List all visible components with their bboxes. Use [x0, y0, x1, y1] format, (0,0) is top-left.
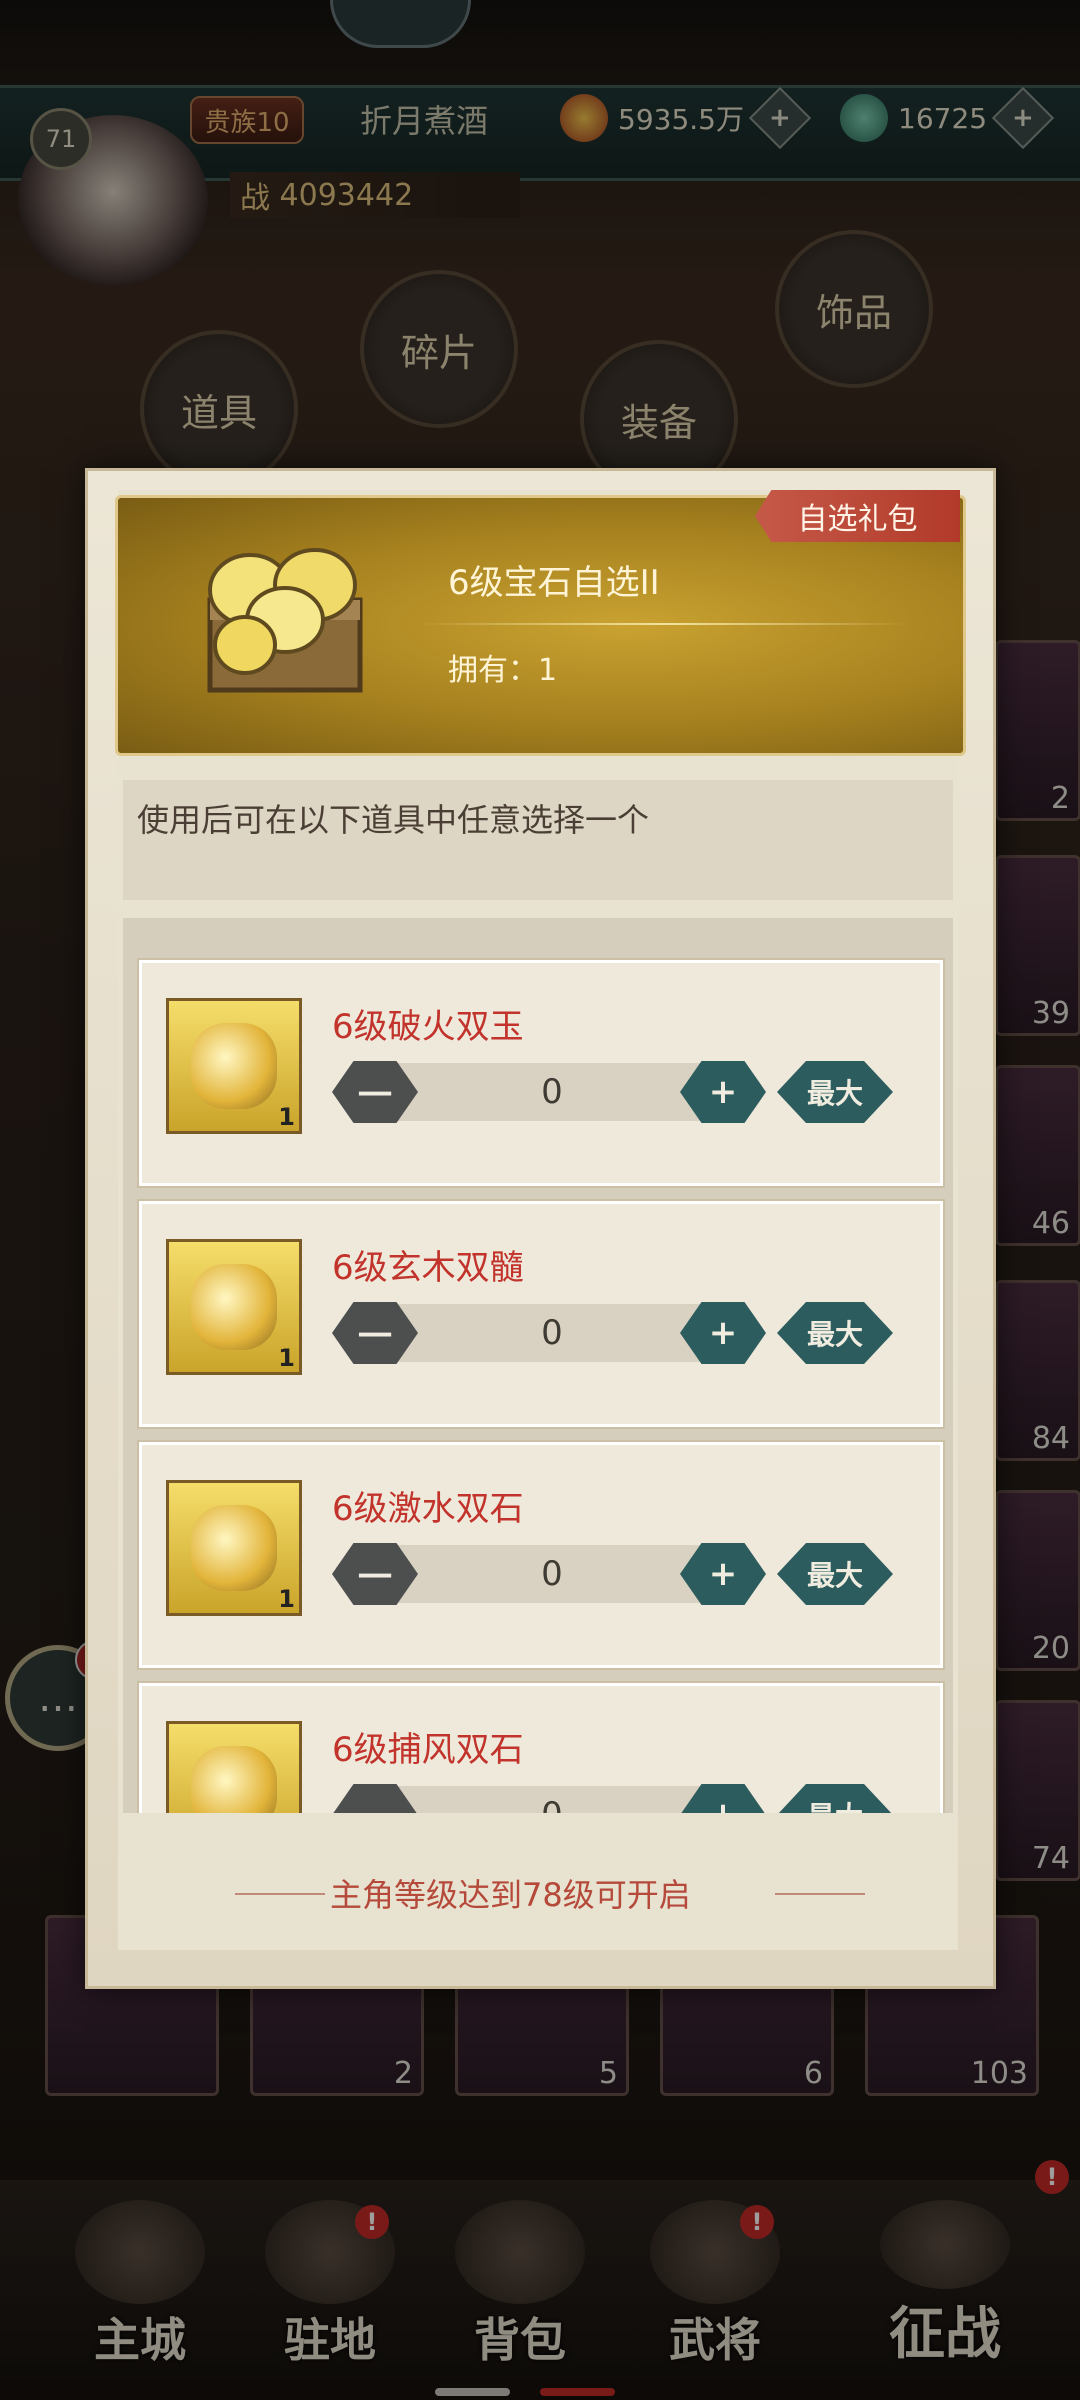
- option-row: 1 6级玄木双髓 0 一 + 最大: [137, 1199, 945, 1429]
- owned-count: 拥有：1: [448, 653, 558, 688]
- max-button[interactable]: 最大: [777, 1543, 893, 1605]
- quantity-value: 0: [541, 1072, 563, 1112]
- option-thumbnail[interactable]: 1: [166, 1480, 302, 1616]
- max-button[interactable]: 最大: [777, 1302, 893, 1364]
- quantity-value: 0: [541, 1554, 563, 1594]
- option-thumbnail[interactable]: 1: [166, 998, 302, 1134]
- gem-icon: [191, 1264, 277, 1350]
- quantity-value: 0: [541, 1313, 563, 1353]
- gem-icon: [191, 1023, 277, 1109]
- footer-divider-left: [235, 1893, 325, 1895]
- option-name: 6级捕风双石: [332, 1730, 524, 1770]
- option-row: 1 6级激水双石 0 一 + 最大: [137, 1440, 945, 1670]
- option-name: 6级激水双石: [332, 1489, 524, 1529]
- max-button[interactable]: 最大: [777, 1784, 893, 1813]
- option-row: 1 6级捕风双石 0 一 + 最大: [137, 1681, 945, 1813]
- option-row: 1 6级破火双玉 0 一 + 最大: [137, 958, 945, 1188]
- header-divider: [420, 623, 910, 625]
- gift-description: 使用后可在以下道具中任意选择一个: [137, 801, 650, 839]
- option-thumbnail[interactable]: 1: [166, 1239, 302, 1375]
- unlock-requirement-text: 主角等级达到78级可开启: [330, 1876, 691, 1914]
- option-thumbnail[interactable]: 1: [166, 1721, 302, 1813]
- option-name: 6级玄木双髓: [332, 1248, 524, 1288]
- option-name: 6级破火双玉: [332, 1007, 524, 1047]
- gem-icon: [191, 1746, 277, 1813]
- footer-divider-right: [775, 1893, 865, 1895]
- gift-type-tag: 自选礼包: [755, 490, 960, 542]
- gift-item-name: 6级宝石自选II: [448, 563, 660, 603]
- max-button[interactable]: 最大: [777, 1061, 893, 1123]
- treasure-chest-icon: [207, 548, 363, 693]
- gem-icon: [191, 1505, 277, 1591]
- option-list[interactable]: 1 6级破火双玉 0 一 + 最大 1 6级玄木双髓 0 一 + 最大 1 6级…: [123, 918, 953, 1813]
- quantity-value: 0: [512, 1786, 592, 1813]
